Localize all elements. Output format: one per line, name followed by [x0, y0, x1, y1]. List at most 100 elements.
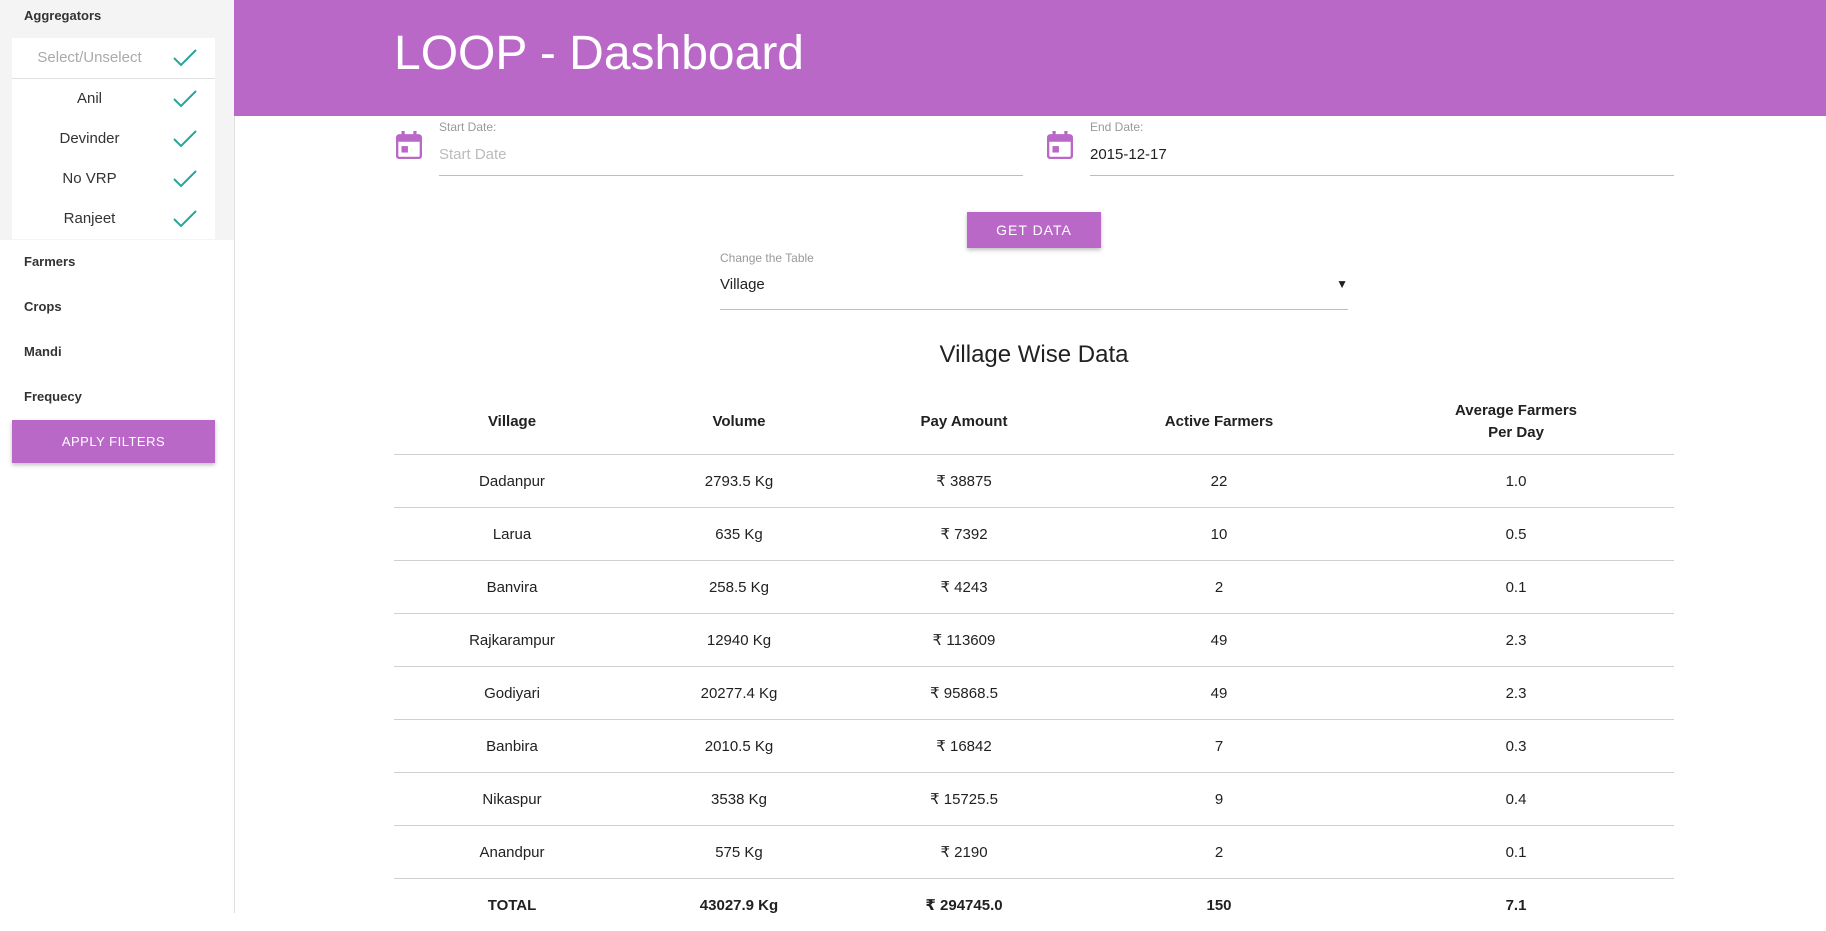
table-row: Anandpur 575 Kg ₹ 2190 2 0.1 [394, 826, 1674, 879]
cell-volume: 635 Kg [630, 508, 848, 561]
aggregator-label: Ranjeet [12, 199, 167, 239]
cell-volume: 2010.5 Kg [630, 720, 848, 773]
dropdown-arrow-icon: ▼ [1336, 277, 1348, 291]
cell-average-farmers: 0.1 [1358, 826, 1674, 879]
table-row: Godiyari 20277.4 Kg ₹ 95868.5 49 2.3 [394, 667, 1674, 720]
table-row: Banvira 258.5 Kg ₹ 4243 2 0.1 [394, 561, 1674, 614]
column-header-line: Average Farmers [1455, 402, 1577, 419]
aggregators-heading[interactable]: Aggregators [24, 8, 101, 23]
cell-active-farmers: 7 [1080, 720, 1358, 773]
cell-average-farmers: 0.5 [1358, 508, 1674, 561]
cell-village: Nikaspur [394, 773, 630, 826]
apply-filters-button[interactable]: APPLY FILTERS [12, 420, 215, 463]
table-total-row: TOTAL 43027.9 Kg ₹ 294745.0 150 7.1 [394, 879, 1674, 931]
cell-village: Dadanpur [394, 455, 630, 508]
table-row: Larua 635 Kg ₹ 7392 10 0.5 [394, 508, 1674, 561]
cell-pay-amount: ₹ 95868.5 [848, 667, 1080, 720]
cell-average-farmers: 1.0 [1358, 455, 1674, 508]
column-header-village[interactable]: Village [394, 390, 630, 455]
cell-pay-amount: ₹ 16842 [848, 720, 1080, 773]
calendar-icon[interactable] [1047, 131, 1073, 159]
change-table-label: Change the Table [720, 251, 814, 265]
cell-active-farmers: 2 [1080, 826, 1358, 879]
cell-volume: 20277.4 Kg [630, 667, 848, 720]
cell-average-farmers: 2.3 [1358, 614, 1674, 667]
header-bar: LOOP - Dashboard [234, 0, 1826, 116]
cell-active-farmers: 9 [1080, 773, 1358, 826]
total-average-farmers: 7.1 [1358, 879, 1674, 931]
aggregator-label: Anil [12, 79, 167, 119]
start-date-input[interactable] [439, 146, 1023, 176]
end-date-label: End Date: [1090, 120, 1143, 134]
table-select[interactable]: Village ▼ [720, 270, 1348, 310]
table-row: Banbira 2010.5 Kg ₹ 16842 7 0.3 [394, 720, 1674, 773]
aggregator-item-anil[interactable]: Anil [12, 79, 215, 119]
select-unselect-all[interactable]: Select/Unselect [12, 38, 215, 79]
aggregator-label: No VRP [12, 159, 167, 199]
crops-heading[interactable]: Crops [24, 299, 62, 314]
select-unselect-label: Select/Unselect [12, 38, 167, 78]
column-header-pay-amount[interactable]: Pay Amount [848, 390, 1080, 455]
check-icon [172, 88, 198, 110]
cell-volume: 575 Kg [630, 826, 848, 879]
cell-pay-amount: ₹ 15725.5 [848, 773, 1080, 826]
sidebar: Aggregators Select/Unselect Anil Devinde… [0, 0, 235, 913]
cell-village: Banvira [394, 561, 630, 614]
cell-volume: 2793.5 Kg [630, 455, 848, 508]
table-row: Rajkarampur 12940 Kg ₹ 113609 49 2.3 [394, 614, 1674, 667]
total-pay-amount: ₹ 294745.0 [848, 879, 1080, 931]
table-header-row: Village Volume Pay Amount Active Farmers… [394, 390, 1674, 455]
village-data-table: Village Volume Pay Amount Active Farmers… [394, 390, 1674, 931]
cell-village: Rajkarampur [394, 614, 630, 667]
check-icon [172, 208, 198, 230]
column-header-volume[interactable]: Volume [630, 390, 848, 455]
column-header-line: Per Day [1488, 424, 1544, 441]
cell-average-farmers: 0.4 [1358, 773, 1674, 826]
cell-village: Anandpur [394, 826, 630, 879]
column-header-active-farmers[interactable]: Active Farmers [1080, 390, 1358, 455]
cell-pay-amount: ₹ 113609 [848, 614, 1080, 667]
total-volume: 43027.9 Kg [630, 879, 848, 931]
get-data-button[interactable]: GET DATA [967, 212, 1101, 248]
aggregator-label: Devinder [12, 119, 167, 159]
cell-village: Banbira [394, 720, 630, 773]
table-title: Village Wise Data [394, 341, 1674, 369]
aggregator-item-ranjeet[interactable]: Ranjeet [12, 199, 215, 239]
calendar-icon[interactable] [396, 131, 422, 159]
cell-volume: 3538 Kg [630, 773, 848, 826]
aggregator-item-no-vrp[interactable]: No VRP [12, 159, 215, 199]
end-date-input[interactable] [1090, 146, 1674, 176]
cell-village: Godiyari [394, 667, 630, 720]
cell-average-farmers: 2.3 [1358, 667, 1674, 720]
check-icon [172, 47, 198, 69]
cell-active-farmers: 2 [1080, 561, 1358, 614]
cell-average-farmers: 0.1 [1358, 561, 1674, 614]
start-date-label: Start Date: [439, 120, 496, 134]
check-icon [172, 128, 198, 150]
check-icon [172, 168, 198, 190]
column-header-average-farmers[interactable]: Average Farmers Per Day [1358, 390, 1674, 455]
cell-active-farmers: 49 [1080, 667, 1358, 720]
table-row: Dadanpur 2793.5 Kg ₹ 38875 22 1.0 [394, 455, 1674, 508]
farmers-heading[interactable]: Farmers [24, 254, 75, 269]
cell-active-farmers: 49 [1080, 614, 1358, 667]
aggregators-panel: Aggregators Select/Unselect Anil Devinde… [0, 0, 234, 240]
total-label: TOTAL [394, 879, 630, 931]
mandi-heading[interactable]: Mandi [24, 344, 62, 359]
aggregator-item-devinder[interactable]: Devinder [12, 119, 215, 159]
cell-active-farmers: 22 [1080, 455, 1358, 508]
frequency-heading[interactable]: Frequecy [24, 389, 82, 404]
cell-volume: 258.5 Kg [630, 561, 848, 614]
cell-average-farmers: 0.3 [1358, 720, 1674, 773]
table-row: Nikaspur 3538 Kg ₹ 15725.5 9 0.4 [394, 773, 1674, 826]
cell-pay-amount: ₹ 4243 [848, 561, 1080, 614]
aggregators-list: Select/Unselect Anil Devinder No VRP Ran… [12, 38, 215, 239]
cell-active-farmers: 10 [1080, 508, 1358, 561]
cell-pay-amount: ₹ 38875 [848, 455, 1080, 508]
table-select-value: Village [720, 276, 765, 293]
cell-pay-amount: ₹ 7392 [848, 508, 1080, 561]
cell-volume: 12940 Kg [630, 614, 848, 667]
cell-pay-amount: ₹ 2190 [848, 826, 1080, 879]
cell-village: Larua [394, 508, 630, 561]
page-title: LOOP - Dashboard [394, 26, 804, 81]
